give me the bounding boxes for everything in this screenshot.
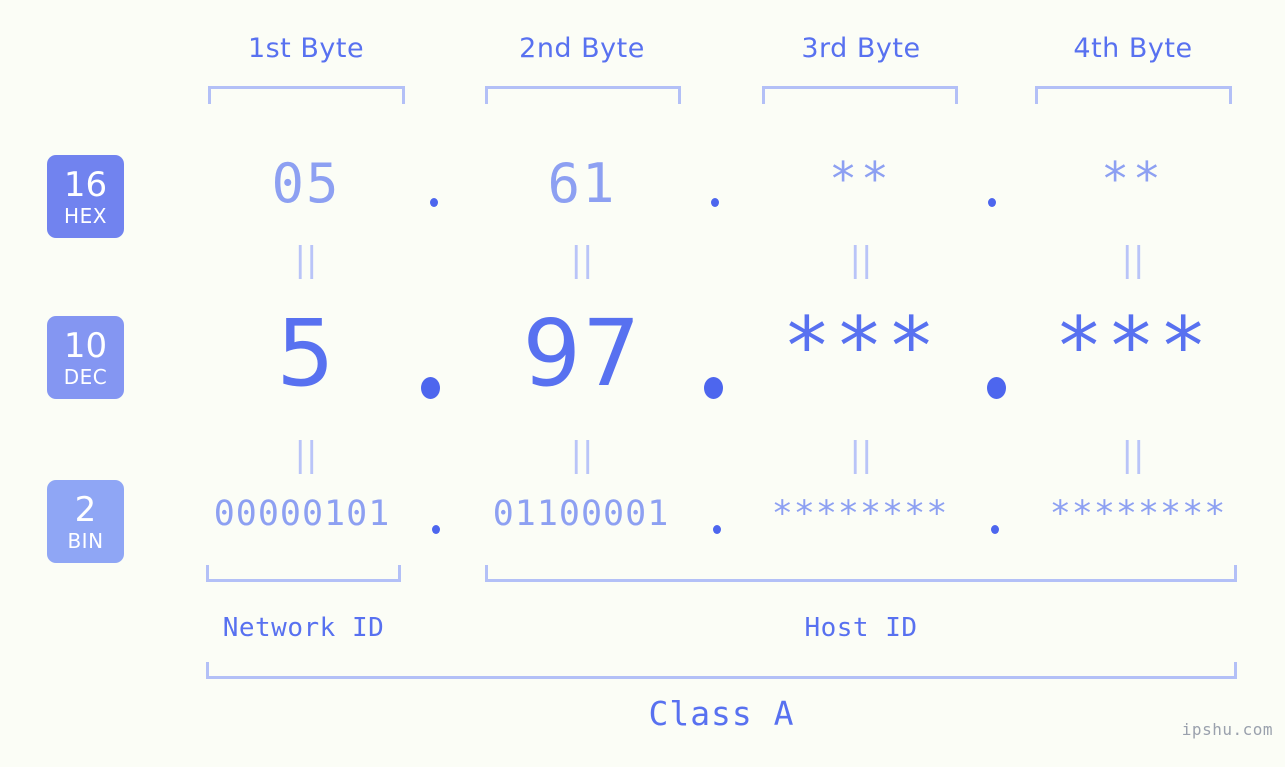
equals-connector-3-a: || [849,240,873,280]
network-id-label: Network ID [222,613,385,643]
byte-header-4: 4th Byte [1073,33,1193,64]
byte-header-3: 3rd Byte [801,33,921,64]
equals-connector-2-b: || [570,435,594,475]
dec-byte-4: *** [1054,300,1212,393]
base-badge-bin-name: BIN [67,528,104,553]
dec-byte-3: *** [782,300,940,393]
base-badge-hex-name: HEX [64,203,107,228]
ip-address-breakdown-diagram: 1st Byte 2nd Byte 3rd Byte 4th Byte 16 H… [0,0,1285,767]
host-id-bracket [485,565,1237,582]
byte-bracket-2 [485,86,681,104]
bin-byte-1: 00000101 [213,494,391,534]
equals-connector-4-a: || [1121,240,1145,280]
hex-separator-dot-1 [430,198,438,207]
hex-byte-2: 61 [547,152,617,215]
byte-bracket-3 [762,86,958,104]
bin-byte-4: ******** [1049,494,1227,534]
hex-separator-dot-3 [988,198,996,207]
hex-byte-3: ** [829,152,893,206]
base-badge-dec: 10 DEC [47,316,124,399]
base-badge-bin: 2 BIN [47,480,124,563]
class-bracket [206,662,1237,679]
equals-connector-3-b: || [849,435,873,475]
bin-byte-3: ******** [771,494,949,534]
hex-byte-1: 05 [271,152,341,215]
base-badge-hex: 16 HEX [47,155,124,238]
hex-byte-4: ** [1101,152,1165,206]
equals-connector-4-b: || [1121,435,1145,475]
bin-separator-dot-2 [713,525,721,534]
byte-bracket-1 [208,86,405,104]
dec-byte-1: 5 [276,300,336,407]
byte-header-1: 1st Byte [247,33,365,64]
watermark: ipshu.com [1181,720,1273,739]
byte-header-2: 2nd Byte [519,33,645,64]
hex-separator-dot-2 [711,198,719,207]
equals-connector-1-a: || [294,240,318,280]
byte-bracket-4 [1035,86,1232,104]
base-badge-bin-number: 2 [74,489,97,530]
dec-byte-2: 97 [522,300,642,407]
equals-connector-1-b: || [294,435,318,475]
bin-byte-2: 01100001 [492,494,670,534]
bin-separator-dot-3 [991,525,999,534]
base-badge-dec-number: 10 [63,325,108,366]
class-label: Class A [648,694,795,733]
equals-connector-2-a: || [570,240,594,280]
network-id-bracket [206,565,401,582]
base-badge-dec-name: DEC [63,364,108,389]
dec-separator-dot-3 [987,377,1006,399]
bin-separator-dot-1 [432,525,440,534]
host-id-label: Host ID [804,613,918,643]
base-badge-hex-number: 16 [63,164,108,205]
dec-separator-dot-1 [421,377,440,399]
dec-separator-dot-2 [704,377,723,399]
